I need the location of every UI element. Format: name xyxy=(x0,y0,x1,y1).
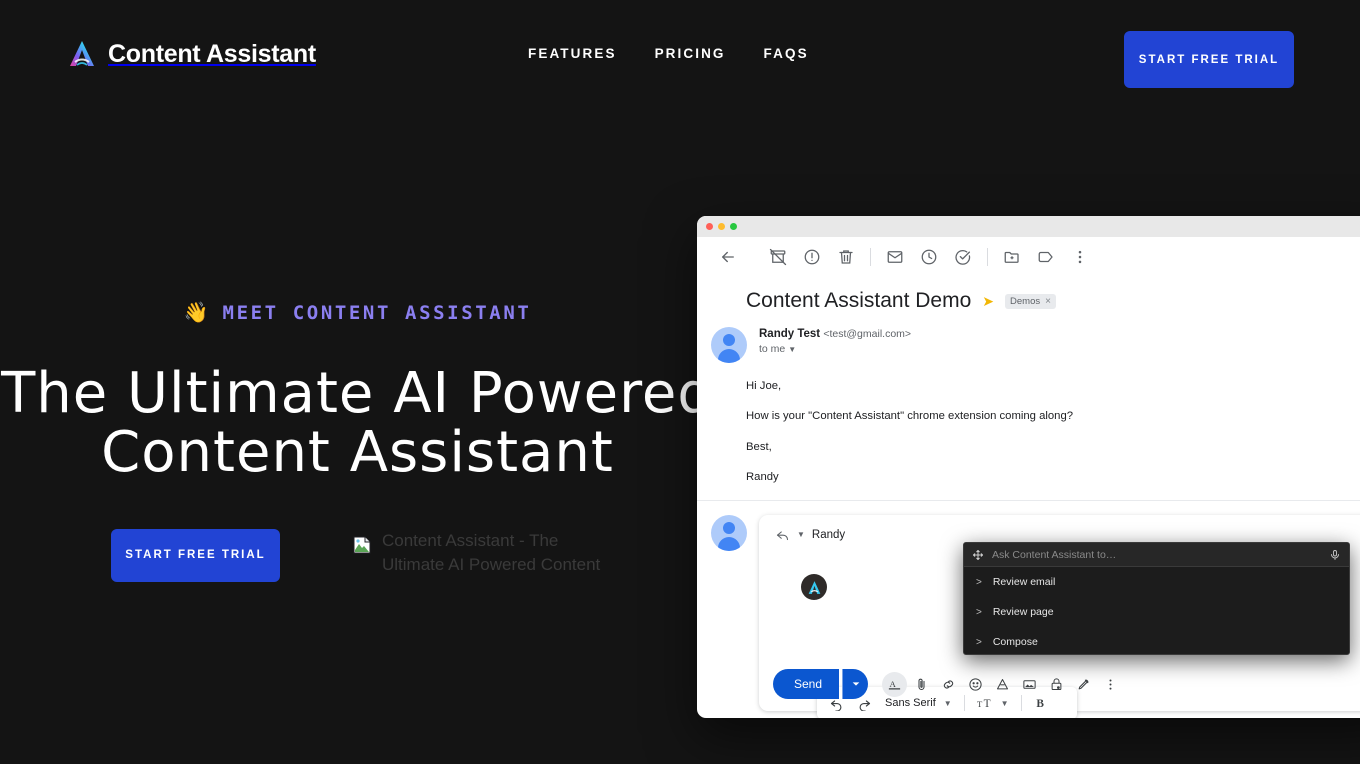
nav-link-pricing[interactable]: PRICING xyxy=(655,46,726,61)
assistant-item-label: Compose xyxy=(992,636,1038,648)
labels-icon[interactable] xyxy=(1029,240,1063,274)
top-navigation: Content Assistant FEATURES PRICING FAQS … xyxy=(0,0,1360,118)
user-avatar xyxy=(711,515,747,551)
assistant-item-review-email[interactable]: > Review email xyxy=(964,567,1349,597)
nav-link-features[interactable]: FEATURES xyxy=(528,46,617,61)
nav-link-faqs[interactable]: FAQS xyxy=(764,46,809,61)
insert-link-icon[interactable] xyxy=(936,672,961,697)
content-assistant-logo-icon xyxy=(66,38,98,70)
window-titlebar xyxy=(697,216,1360,237)
sender-email: <test@gmail.com> xyxy=(823,328,912,340)
assistant-item-label: Review email xyxy=(992,576,1056,588)
svg-text:B: B xyxy=(1036,698,1044,710)
svg-text:A: A xyxy=(890,679,897,689)
report-spam-icon[interactable] xyxy=(795,240,829,274)
recipient-line[interactable]: to me ▼ xyxy=(759,343,911,355)
assistant-item-label: Review page xyxy=(992,606,1054,618)
sender-avatar xyxy=(711,327,747,363)
assistant-input-placeholder: Ask Content Assistant to… xyxy=(992,548,1117,561)
move-to-icon[interactable] xyxy=(995,240,1029,274)
hero-section: 👋 MEET CONTENT ASSISTANT The Ultimate AI… xyxy=(0,300,715,582)
mail-paragraph: Best, xyxy=(746,440,772,453)
reply-header: ▼ Randy xyxy=(759,515,1360,542)
label-chip-text: Demos xyxy=(1010,295,1041,307)
snooze-icon[interactable] xyxy=(912,240,946,274)
assistant-item-compose[interactable]: > Compose xyxy=(964,627,1349,654)
reply-recipient: Randy xyxy=(811,528,846,541)
content-assistant-extension-icon[interactable] xyxy=(801,574,827,600)
label-chip-demos[interactable]: Demos × xyxy=(1005,293,1056,309)
chevron-right-icon: > xyxy=(976,576,982,588)
mark-unread-icon[interactable] xyxy=(878,240,912,274)
chevron-right-icon: > xyxy=(976,636,982,648)
toolbar-divider xyxy=(987,248,988,266)
nav-links: FEATURES PRICING FAQS xyxy=(528,46,809,61)
archive-icon[interactable] xyxy=(761,240,795,274)
sender-line: Randy Test <test@gmail.com> xyxy=(759,328,911,340)
label-chip-remove-icon[interactable]: × xyxy=(1045,296,1051,307)
add-to-tasks-icon[interactable] xyxy=(946,240,980,274)
chevron-down-icon[interactable]: ▼ xyxy=(788,345,796,354)
waving-hand-icon: 👋 xyxy=(183,300,209,324)
mail-subject-row: Content Assistant Demo ➤ Demos × xyxy=(697,277,1360,313)
hero-eyebrow-text: MEET CONTENT ASSISTANT xyxy=(222,302,532,324)
send-options-icon[interactable] xyxy=(842,669,869,699)
mail-paragraph: How is your "Content Assistant" chrome e… xyxy=(746,410,1074,423)
recipient-text: to me xyxy=(759,343,786,355)
chevron-down-icon: ▼ xyxy=(943,698,952,708)
broken-image-icon xyxy=(352,535,372,555)
chevron-down-icon: ▼ xyxy=(1000,698,1009,708)
chevron-right-icon: > xyxy=(976,606,982,618)
back-arrow-icon[interactable] xyxy=(711,240,745,274)
hero-actions: START FREE TRIAL Content Assistant - The… xyxy=(0,528,715,582)
gmail-toolbar xyxy=(697,237,1360,277)
more-options-icon[interactable] xyxy=(1063,240,1097,274)
delete-icon[interactable] xyxy=(829,240,863,274)
insert-emoji-icon[interactable] xyxy=(963,672,988,697)
format-text-icon[interactable]: A xyxy=(882,671,908,697)
reply-arrow-icon[interactable] xyxy=(775,527,790,542)
content-assistant-panel: Ask Content Assistant to… > Review email… xyxy=(963,542,1350,655)
window-close-dot[interactable] xyxy=(706,223,713,230)
more-options-icon[interactable] xyxy=(1098,672,1123,697)
insert-drive-file-icon[interactable] xyxy=(990,672,1015,697)
sender-name: Randy Test xyxy=(759,328,821,340)
attach-file-icon[interactable] xyxy=(909,672,934,697)
toolbar-divider xyxy=(870,248,871,266)
insert-signature-icon[interactable] xyxy=(1071,672,1096,697)
hero-start-free-trial-button[interactable]: START FREE TRIAL xyxy=(111,528,280,582)
hero-eyebrow: 👋 MEET CONTENT ASSISTANT xyxy=(0,300,715,324)
window-minimize-dot[interactable] xyxy=(718,223,725,230)
brand-name: Content Assistant xyxy=(108,39,316,68)
window-maximize-dot[interactable] xyxy=(730,223,737,230)
compose-tools: A xyxy=(882,671,1123,697)
assistant-input-row[interactable]: Ask Content Assistant to… xyxy=(964,543,1349,567)
mail-body: Hi Joe, How is your "Content Assistant" … xyxy=(697,363,1360,485)
important-marker-icon[interactable]: ➤ xyxy=(982,293,994,310)
mail-header: Randy Test <test@gmail.com> to me ▼ xyxy=(697,313,1360,363)
send-row: Send A xyxy=(773,669,1123,699)
insert-photo-icon[interactable] xyxy=(1017,672,1042,697)
hero-broken-image: Content Assistant - The Ultimate AI Powe… xyxy=(352,529,612,578)
broken-image-alt-text: Content Assistant - The Ultimate AI Powe… xyxy=(382,530,601,575)
svg-text:T: T xyxy=(977,699,983,709)
mail-meta: Randy Test <test@gmail.com> to me ▼ xyxy=(747,327,911,363)
drag-handle-icon[interactable] xyxy=(972,549,984,561)
send-button[interactable]: Send xyxy=(773,669,840,699)
landing-page: Content Assistant FEATURES PRICING FAQS … xyxy=(0,0,1360,764)
brand-logo-link[interactable]: Content Assistant xyxy=(66,38,316,70)
page-title: The Ultimate AI Powered Content Assistan… xyxy=(1,361,714,486)
reply-options-chevron-icon[interactable]: ▼ xyxy=(797,530,805,539)
mail-paragraph: Hi Joe, xyxy=(746,380,782,392)
svg-text:T: T xyxy=(983,698,990,710)
mail-paragraph: Randy xyxy=(746,470,779,483)
microphone-icon[interactable] xyxy=(1329,549,1341,561)
confidential-mode-icon[interactable] xyxy=(1044,672,1069,697)
mail-subject: Content Assistant Demo xyxy=(746,289,972,312)
assistant-item-review-page[interactable]: > Review page xyxy=(964,597,1349,627)
nav-start-free-trial-button[interactable]: START FREE TRIAL xyxy=(1124,31,1294,88)
